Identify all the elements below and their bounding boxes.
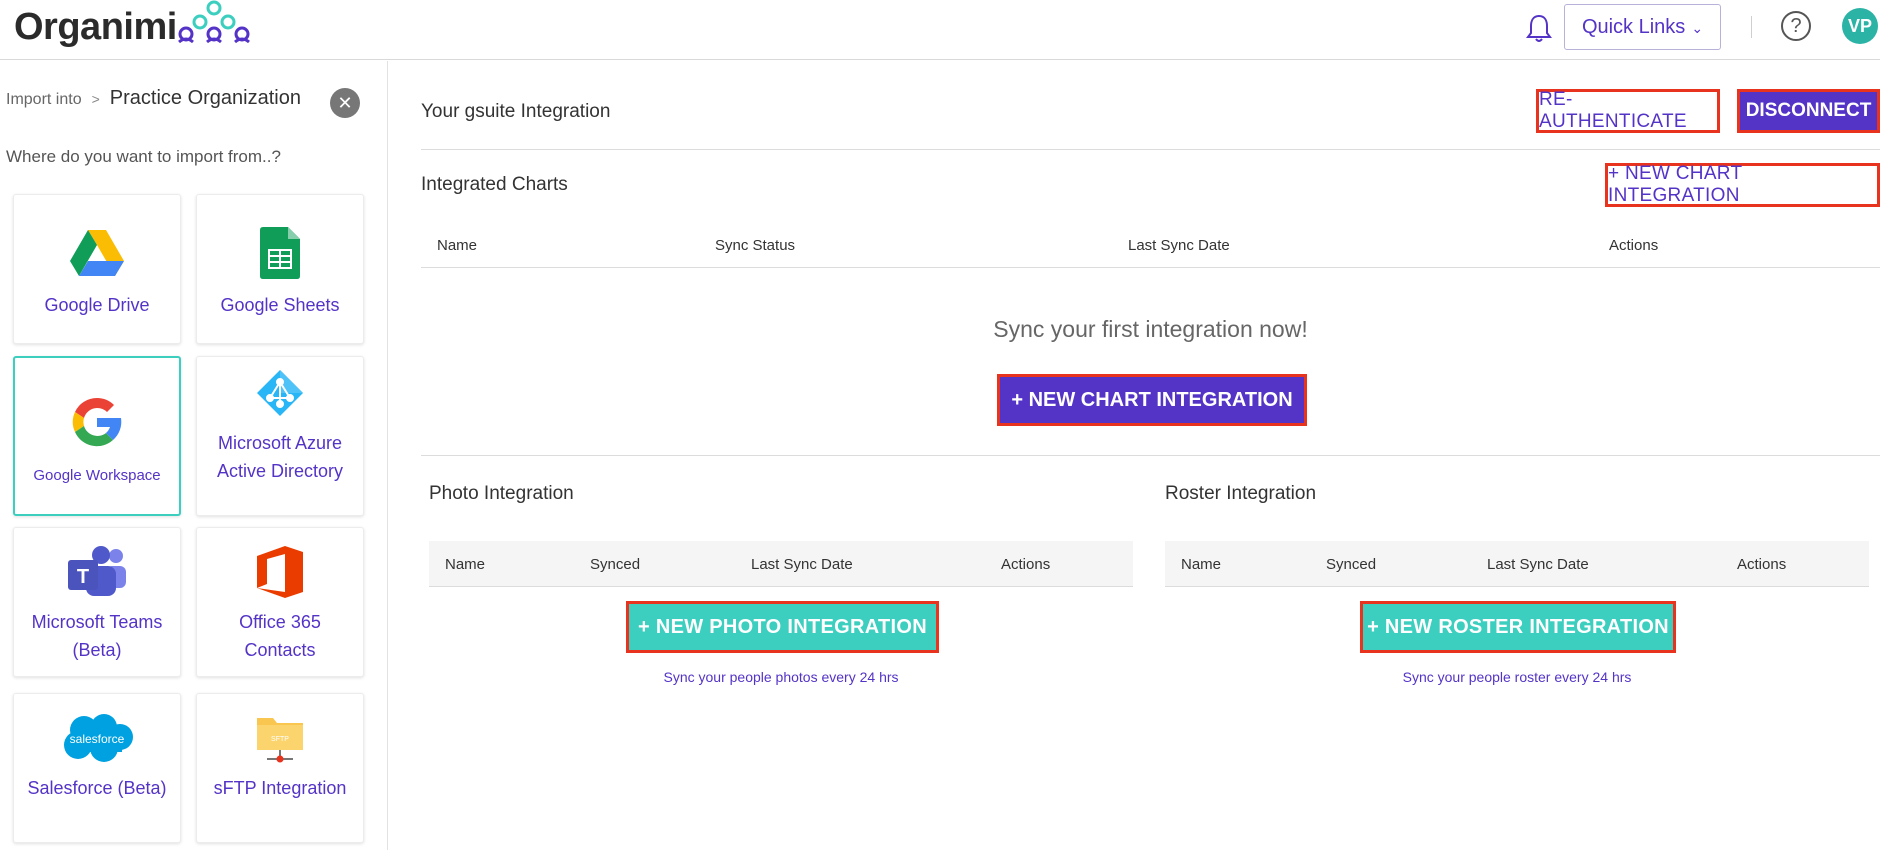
breadcrumb-organization: Practice Organization — [109, 87, 301, 109]
svg-text:T: T — [77, 566, 89, 588]
charts-empty-message: Sync your first integration now! — [993, 316, 1308, 342]
column-header-sync-status: Sync Status — [715, 237, 796, 254]
source-card-label: sFTP Integration — [213, 778, 347, 798]
sftp-icon-text: SFTP — [271, 736, 289, 743]
source-card-google-sheets[interactable]: Google Sheets — [196, 194, 364, 344]
integration-panel: Your gsuite Integration RE-AUTHENTICATE … — [389, 61, 1880, 850]
salesforce-logo-text: salesforce — [70, 732, 125, 746]
section-divider — [421, 149, 1880, 150]
source-card-google-workspace[interactable]: Google Workspace — [13, 356, 181, 516]
azure-ad-icon — [257, 370, 303, 416]
source-card-label: Microsoft Teams (Beta) — [31, 612, 163, 660]
section-divider — [421, 455, 1880, 456]
source-card-label: Microsoft Azure Active Directory — [216, 433, 344, 481]
sftp-folder-icon: SFTP — [257, 718, 303, 763]
source-card-microsoft-teams[interactable]: T Microsoft Teams (Beta) — [13, 527, 181, 677]
logo-text[interactable]: Organimi — [14, 6, 177, 49]
column-header-last-sync-date: Last Sync Date — [1128, 237, 1230, 254]
microsoft-teams-icon: T — [68, 546, 126, 596]
google-sheets-icon — [260, 227, 300, 279]
photo-sync-hint: Sync your people photos every 24 hrs — [663, 669, 899, 685]
roster-sync-hint: Sync your people roster every 24 hrs — [1402, 669, 1632, 685]
user-avatar[interactable]: VP — [1842, 8, 1878, 44]
roster-table-header: Name Synced Last Sync Date Actions — [1165, 541, 1869, 587]
column-header-actions: Actions — [1609, 237, 1659, 254]
source-card-label: Salesforce (Beta) — [27, 778, 167, 798]
column-header-last-sync-date: Last Sync Date — [751, 556, 853, 573]
source-card-label: Office 365 Contacts — [239, 612, 321, 660]
quick-links-dropdown[interactable]: Quick Links ⌄ — [1564, 4, 1721, 50]
source-card-google-drive[interactable]: Google Drive — [13, 194, 181, 344]
integrated-charts-title: Integrated Charts — [421, 174, 568, 195]
source-card-sftp[interactable]: SFTP sFTP Integration — [196, 693, 364, 843]
google-drive-icon — [70, 230, 124, 276]
organimi-logo-icon[interactable] — [178, 0, 250, 44]
help-icon[interactable]: ? — [1781, 11, 1811, 41]
roster-integration-title: Roster Integration — [1165, 483, 1317, 504]
column-header-name: Name — [437, 237, 478, 254]
column-header-synced: Synced — [590, 556, 641, 573]
breadcrumb: Import into > Practice Organization — [6, 87, 301, 110]
chevron-down-icon: ⌄ — [1691, 19, 1704, 36]
photo-integration-title: Photo Integration — [429, 483, 574, 504]
office-365-icon — [257, 546, 303, 598]
column-header-actions: Actions — [1001, 556, 1051, 573]
photo-table-header: Name Synced Last Sync Date Actions — [429, 541, 1133, 587]
source-card-office-365[interactable]: Office 365 Contacts — [196, 527, 364, 677]
new-chart-integration-center-button[interactable]: + NEW CHART INTEGRATION — [997, 374, 1307, 426]
notification-bell-icon[interactable] — [1524, 12, 1554, 44]
source-card-label: Google Drive — [44, 295, 150, 315]
column-header-name: Name — [1181, 556, 1222, 573]
import-source-prompt: Where do you want to import from..? — [6, 147, 281, 166]
column-header-actions: Actions — [1737, 556, 1787, 573]
column-header-name: Name — [445, 556, 486, 573]
column-header-last-sync-date: Last Sync Date — [1487, 556, 1589, 573]
disconnect-button[interactable]: DISCONNECT — [1737, 89, 1880, 133]
google-icon — [72, 397, 122, 447]
source-card-salesforce[interactable]: salesforce Salesforce (Beta) — [13, 693, 181, 843]
integration-title: Your gsuite Integration — [421, 101, 611, 122]
app-header: Organimi Quick Links ⌄ ? VP — [0, 0, 1880, 60]
reauthenticate-button[interactable]: RE-AUTHENTICATE — [1536, 89, 1720, 133]
source-card-azure-ad[interactable]: Microsoft Azure Active Directory — [196, 356, 364, 516]
new-roster-integration-button[interactable]: + NEW ROSTER INTEGRATION — [1360, 601, 1676, 653]
new-photo-integration-button[interactable]: + NEW PHOTO INTEGRATION — [626, 601, 939, 653]
close-sidebar-button[interactable]: ✕ — [330, 88, 360, 118]
salesforce-icon: salesforce — [64, 714, 133, 762]
column-header-synced: Synced — [1326, 556, 1377, 573]
header-divider — [1751, 16, 1752, 38]
charts-table-header: Name Sync Status Last Sync Date Actions — [421, 222, 1880, 268]
source-card-label: Google Workspace — [33, 467, 161, 484]
import-sidebar: Import into > Practice Organization ✕ Wh… — [0, 61, 388, 850]
new-chart-integration-button[interactable]: + NEW CHART INTEGRATION — [1605, 163, 1880, 207]
source-card-label: Google Sheets — [220, 295, 340, 315]
breadcrumb-import-into: Import into — [6, 91, 82, 108]
breadcrumb-separator-icon: > — [91, 91, 100, 107]
quick-links-label: Quick Links — [1581, 15, 1686, 38]
